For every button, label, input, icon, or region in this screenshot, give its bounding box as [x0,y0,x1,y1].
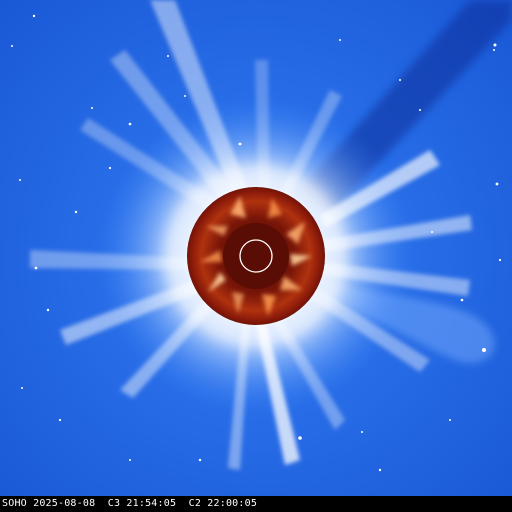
occulter [187,187,325,325]
image-caption: SOHO 2025-08-08 C3 21:54:05 C2 22:00:05 [2,498,258,509]
coronagraph-image: SOHO 2025-08-08 C3 21:54:05 C2 22:00:05 [0,0,512,512]
caption-bar: SOHO 2025-08-08 C3 21:54:05 C2 22:00:05 [0,496,512,512]
inner-occulter [223,223,289,289]
lasco-composite-scene [0,0,512,512]
